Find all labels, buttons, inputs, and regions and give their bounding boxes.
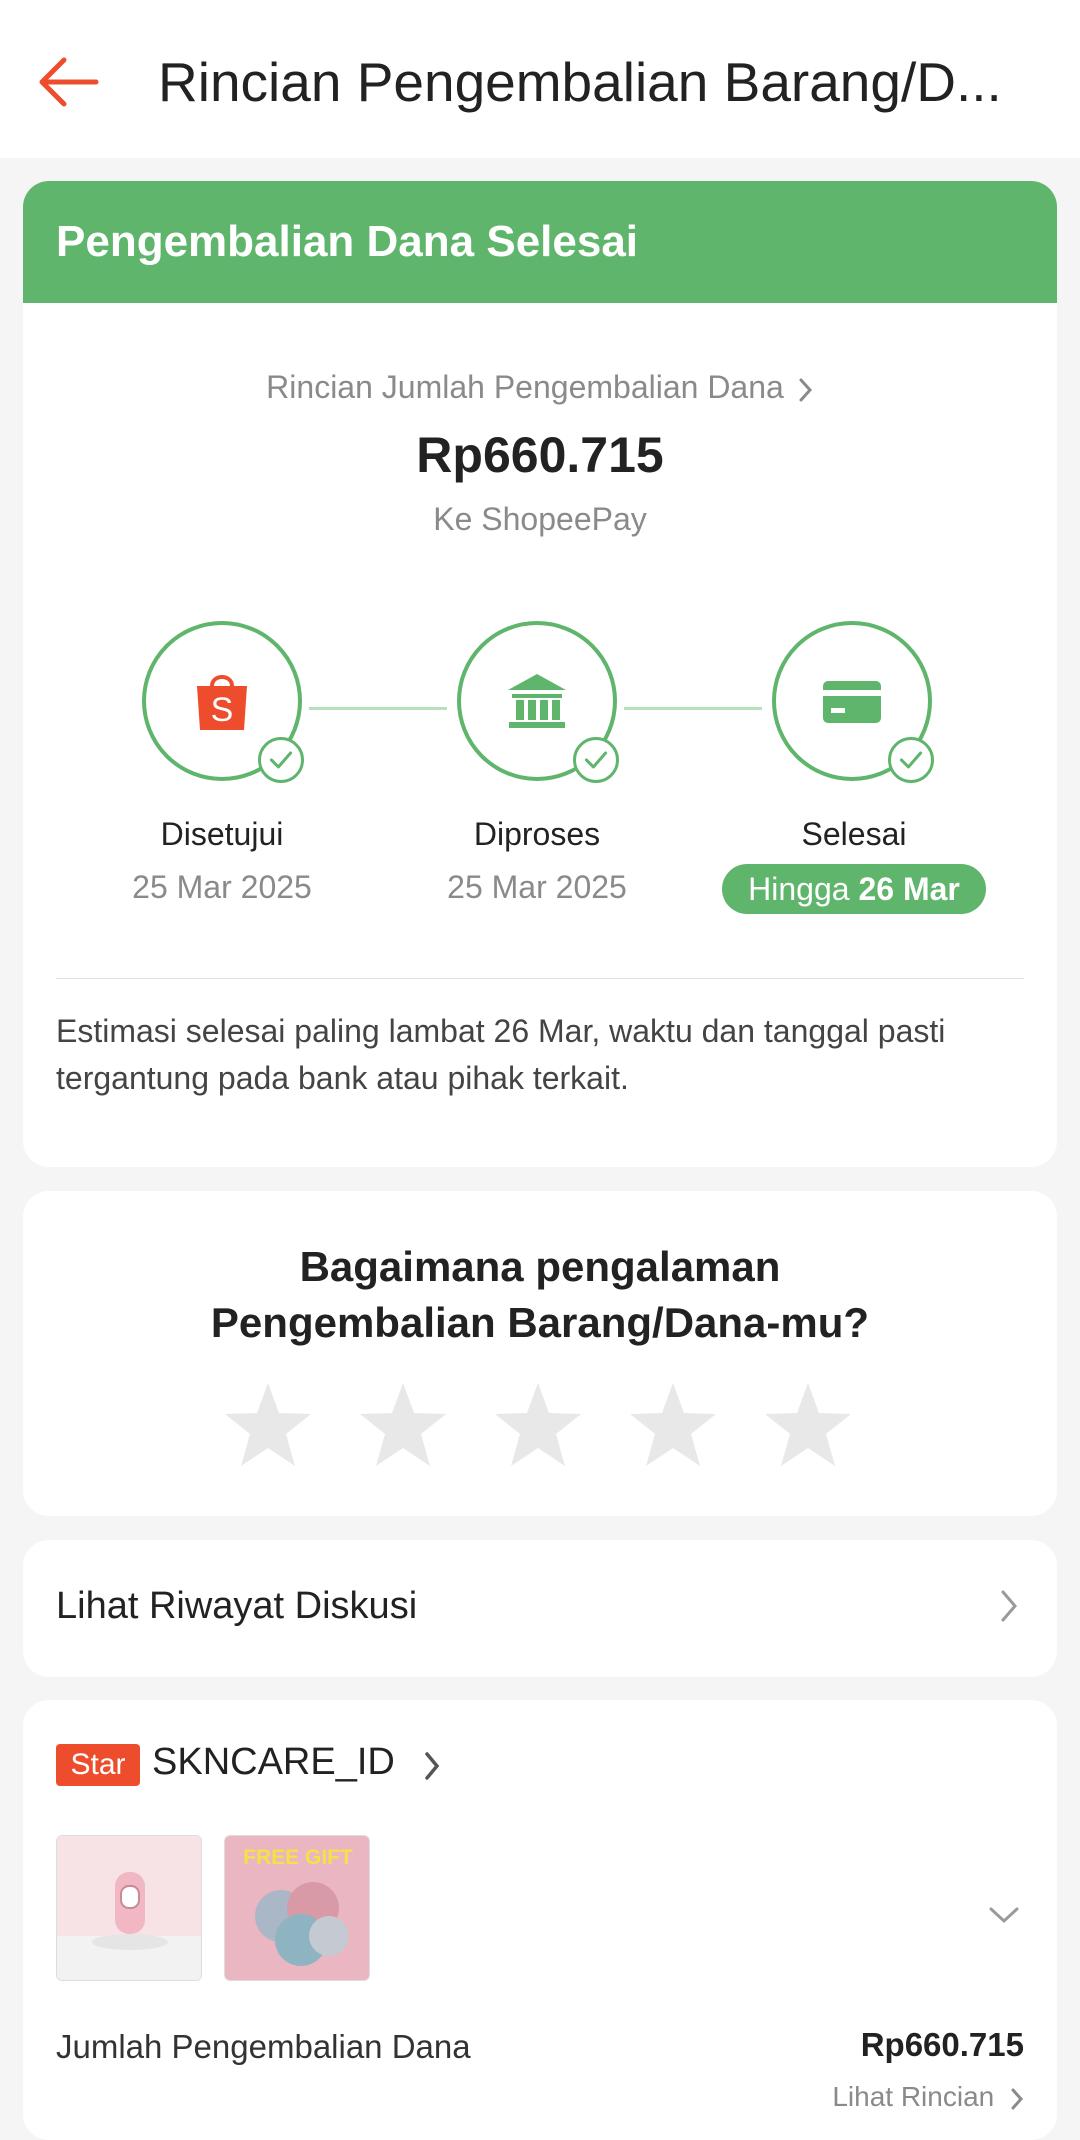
step-completed-label: Selesai [801, 816, 907, 852]
step-approved-date: 25 Mar 2025 [132, 869, 312, 905]
step-approved-label: Disetujui [160, 816, 284, 852]
card-icon [823, 681, 881, 723]
step-completed-circle [772, 621, 934, 783]
estimate-note: Estimasi selesai paling lambat 26 Mar, w… [56, 1013, 946, 1096]
chevron-right-icon [799, 378, 812, 402]
refund-amount-detail-link[interactable]: Rincian Jumlah Pengembalian Dana [23, 369, 1057, 406]
status-banner: Pengembalian Dana Selesai [23, 181, 1057, 303]
shop-name[interactable]: SKNCARE_ID [152, 1741, 395, 1784]
star-icon[interactable] [492, 1379, 584, 1471]
shop-card: Star SKNCARE_ID FREE GIFT Jumlah Pengemb… [23, 1700, 1057, 2140]
back-arrow-icon[interactable] [34, 46, 106, 118]
pill-prefix: Hingga [748, 871, 850, 907]
star-icon[interactable] [222, 1379, 314, 1471]
step-processed-date: 25 Mar 2025 [447, 869, 627, 905]
app-header: Rincian Pengembalian Barang/D... [0, 0, 1080, 158]
star-rating [222, 1379, 862, 1479]
page-title: Rincian Pengembalian Barang/D... [158, 51, 1002, 113]
detail-link-label: Rincian Jumlah Pengembalian Dana [266, 369, 784, 405]
chevron-right-icon[interactable] [423, 1750, 441, 1782]
svg-text:S: S [211, 691, 234, 729]
bank-icon [508, 674, 566, 728]
rating-question: Bagaimana pengalaman Pengembalian Barang… [210, 1243, 870, 1346]
product-image [57, 1836, 201, 1980]
step-connector [624, 707, 762, 710]
refund-status-card: Pengembalian Dana Selesai Rincian Jumlah… [23, 181, 1057, 1167]
step-processed-label: Diproses [473, 816, 601, 852]
pill-date: 26 Mar [858, 871, 960, 907]
product-thumbnail[interactable]: FREE GIFT [224, 1835, 370, 1981]
product-thumbnail[interactable] [56, 1835, 202, 1981]
step-connector [309, 707, 447, 710]
gift-label: FREE GIFT [243, 1846, 353, 1869]
see-detail-link[interactable]: Lihat Rincian [832, 2081, 1024, 2113]
discussion-label: Lihat Riwayat Diskusi [56, 1585, 418, 1627]
check-icon [258, 737, 304, 783]
refund-amount-label: Jumlah Pengembalian Dana [56, 2028, 471, 2065]
discussion-history-row[interactable]: Lihat Riwayat Diskusi [23, 1540, 1057, 1677]
shopee-bag-icon: S [197, 675, 247, 730]
step-processed-circle [457, 621, 619, 783]
chevron-right-icon [1011, 2088, 1024, 2110]
star-icon[interactable] [357, 1379, 449, 1471]
check-icon [888, 737, 934, 783]
see-detail-label: Lihat Rincian [832, 2081, 995, 2112]
free-gift-image: FREE GIFT [225, 1836, 369, 1980]
refund-amount: Rp660.715 [416, 427, 664, 483]
star-icon[interactable] [627, 1379, 719, 1471]
check-icon [573, 737, 619, 783]
star-icon[interactable] [762, 1379, 854, 1471]
star-seller-badge: Star [56, 1744, 140, 1786]
step-approved-circle: S [142, 621, 304, 783]
completion-date-pill: Hingga 26 Mar [722, 864, 986, 914]
refund-amount-value: Rp660.715 [860, 2026, 1024, 2063]
chevron-right-icon [1001, 1590, 1017, 1622]
rating-card: Bagaimana pengalaman Pengembalian Barang… [23, 1191, 1057, 1516]
refund-destination: Ke ShopeePay [433, 501, 647, 537]
divider [56, 978, 1024, 979]
chevron-down-icon[interactable] [987, 1905, 1021, 1925]
